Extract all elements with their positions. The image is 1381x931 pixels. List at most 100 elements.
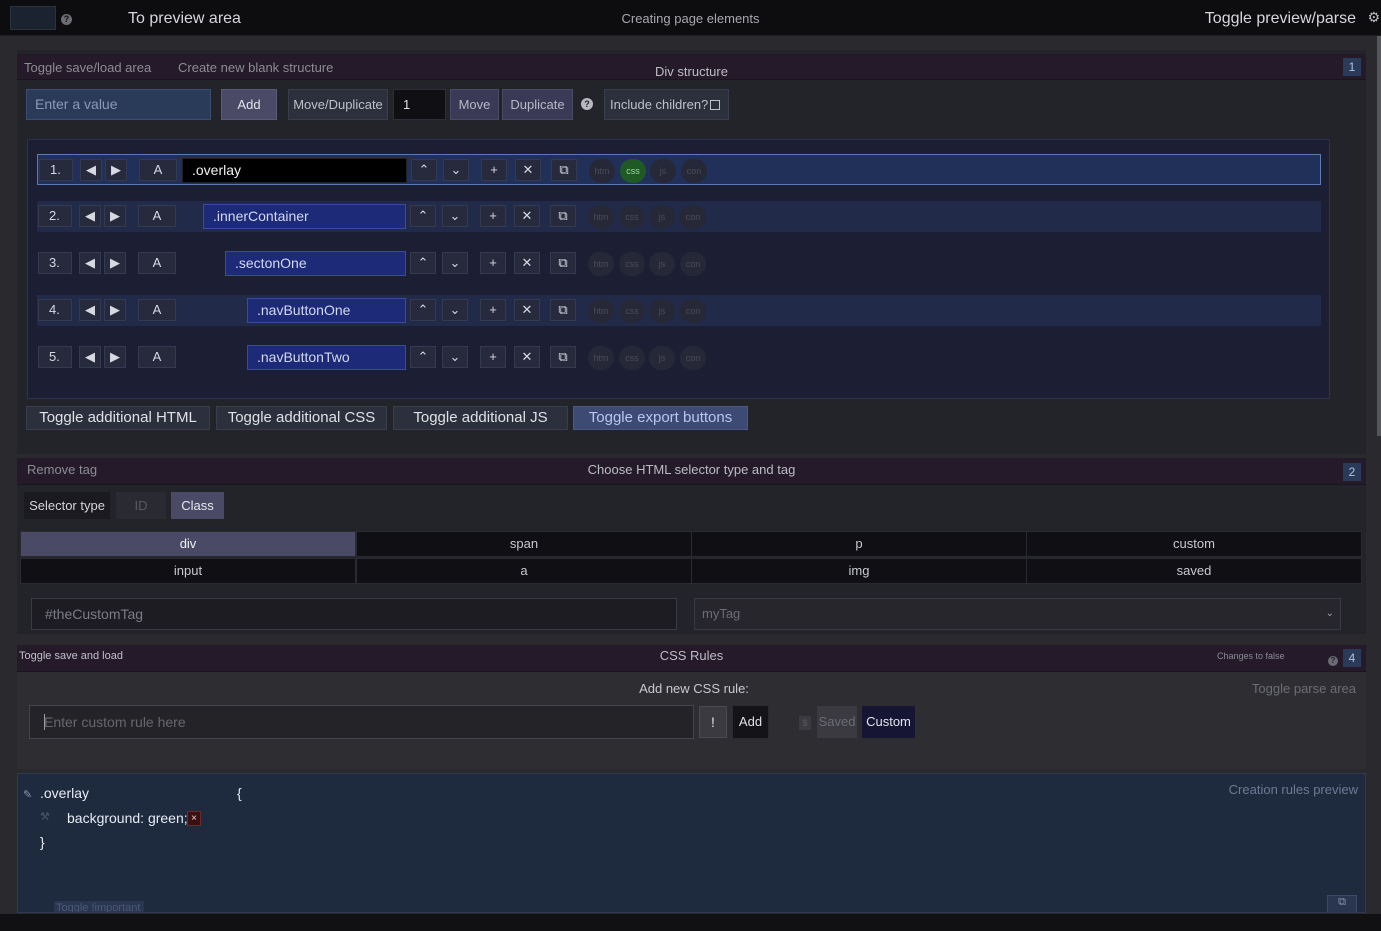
- structure-row[interactable]: 5. ◀ ▶ A .navButtonTwo ⌃ ⌄ + ✕ ⧉ htm css js con: [37, 342, 1321, 373]
- include-children-checkbox[interactable]: [710, 100, 721, 110]
- selector-id-button[interactable]: ID: [116, 492, 166, 519]
- tag-type-button[interactable]: A: [139, 159, 177, 181]
- add-child-icon[interactable]: +: [480, 299, 506, 321]
- tag-type-button[interactable]: A: [138, 205, 176, 227]
- selector-class-button[interactable]: Class: [171, 492, 224, 519]
- add-rule-button[interactable]: Add: [732, 705, 769, 739]
- arrow-right-icon[interactable]: ▶: [104, 252, 126, 274]
- pill-css[interactable]: css: [620, 159, 646, 183]
- tag-option-a[interactable]: a: [356, 558, 692, 584]
- tag-option-img[interactable]: img: [691, 558, 1027, 584]
- pill-htm[interactable]: htm: [588, 299, 614, 323]
- toggle-additional-css-button[interactable]: Toggle additional CSS: [216, 406, 387, 430]
- pill-htm[interactable]: htm: [588, 346, 614, 370]
- toggle-export-buttons-button[interactable]: Toggle export buttons: [573, 406, 748, 430]
- pill-css[interactable]: css: [619, 205, 645, 229]
- pill-js[interactable]: js: [649, 205, 675, 229]
- row-name-input[interactable]: .overlay: [182, 158, 407, 183]
- count-input[interactable]: 1: [393, 89, 446, 120]
- chevron-down-icon[interactable]: ⌄: [442, 299, 468, 321]
- copy-icon[interactable]: ⧉: [550, 346, 576, 368]
- tag-option-p[interactable]: p: [691, 531, 1027, 557]
- tag-option-div[interactable]: div: [20, 531, 356, 557]
- toggle-preview-parse-link[interactable]: Toggle preview/parse: [1205, 10, 1356, 28]
- chevron-up-icon[interactable]: ⌃: [410, 346, 436, 368]
- toggle-additional-js-button[interactable]: Toggle additional JS: [393, 406, 568, 430]
- add-child-icon[interactable]: +: [480, 346, 506, 368]
- pill-con[interactable]: con: [680, 252, 706, 276]
- gear-icon[interactable]: ⚙: [1367, 9, 1380, 26]
- pill-js[interactable]: js: [649, 299, 675, 323]
- pill-htm[interactable]: htm: [589, 159, 615, 183]
- include-children-toggle[interactable]: Include children?: [604, 89, 729, 120]
- close-icon[interactable]: ✕: [515, 159, 541, 181]
- move-button[interactable]: Move: [450, 89, 499, 120]
- structure-row[interactable]: 4. ◀ ▶ A .navButtonOne ⌃ ⌄ + ✕ ⧉ htm css js con: [37, 295, 1321, 326]
- pill-con[interactable]: con: [680, 346, 706, 370]
- add-child-icon[interactable]: +: [480, 252, 506, 274]
- arrow-right-icon[interactable]: ▶: [104, 205, 126, 227]
- pill-js[interactable]: js: [649, 346, 675, 370]
- copy-icon[interactable]: ⧉: [1327, 895, 1357, 912]
- toggle-important-button[interactable]: Toggle !important: [54, 901, 144, 912]
- chevron-up-icon[interactable]: ⌃: [410, 205, 436, 227]
- tag-option-span[interactable]: span: [356, 531, 692, 557]
- tag-type-button[interactable]: A: [138, 299, 176, 321]
- arrow-left-icon[interactable]: ◀: [79, 299, 101, 321]
- pill-js[interactable]: js: [649, 252, 675, 276]
- add-child-icon[interactable]: +: [480, 205, 506, 227]
- custom-rule-input[interactable]: Enter custom rule here: [29, 705, 694, 739]
- close-icon[interactable]: ✕: [514, 252, 540, 274]
- chevron-up-icon[interactable]: ⌃: [410, 252, 436, 274]
- arrow-right-icon[interactable]: ▶: [104, 346, 126, 368]
- copy-icon[interactable]: ⧉: [550, 205, 576, 227]
- chevron-up-icon[interactable]: ⌃: [410, 299, 436, 321]
- structure-row[interactable]: 2. ◀ ▶ A .innerContainer ⌃ ⌄ + ✕ ⧉ htm css js con: [37, 201, 1321, 232]
- pill-con[interactable]: con: [680, 205, 706, 229]
- chevron-down-icon[interactable]: ⌄: [442, 252, 468, 274]
- pill-con[interactable]: con: [681, 159, 707, 183]
- add-child-icon[interactable]: +: [481, 159, 507, 181]
- duplicate-button[interactable]: Duplicate: [502, 89, 573, 120]
- chevron-down-icon[interactable]: ⌄: [443, 159, 469, 181]
- close-icon[interactable]: ✕: [514, 299, 540, 321]
- arrow-left-icon[interactable]: ◀: [79, 205, 101, 227]
- copy-icon[interactable]: ⧉: [551, 159, 577, 181]
- pill-css[interactable]: css: [619, 252, 645, 276]
- pill-htm[interactable]: htm: [588, 205, 614, 229]
- help-icon[interactable]: ?: [581, 98, 593, 110]
- close-icon[interactable]: ✕: [514, 205, 540, 227]
- delete-declaration-button[interactable]: ×: [187, 811, 201, 826]
- tag-type-button[interactable]: A: [138, 346, 176, 368]
- pill-js[interactable]: js: [650, 159, 676, 183]
- arrow-left-icon[interactable]: ◀: [79, 346, 101, 368]
- chevron-up-icon[interactable]: ⌃: [411, 159, 437, 181]
- structure-row[interactable]: 1. ◀ ▶ A .overlay ⌃ ⌄ + ✕ ⧉ htm css js con: [37, 154, 1321, 185]
- pill-css[interactable]: css: [619, 346, 645, 370]
- pill-con[interactable]: con: [680, 299, 706, 323]
- tag-option-input[interactable]: input: [20, 558, 356, 584]
- css-declaration[interactable]: background: green;: [67, 810, 188, 826]
- saved-tag-select[interactable]: myTag ⌄: [694, 598, 1341, 630]
- row-name-input[interactable]: .innerContainer: [203, 204, 406, 229]
- tag-type-button[interactable]: A: [138, 252, 176, 274]
- important-button[interactable]: !: [699, 706, 727, 738]
- custom-rules-button[interactable]: Custom: [862, 706, 915, 738]
- chevron-down-icon[interactable]: ⌄: [442, 205, 468, 227]
- structure-row[interactable]: 3. ◀ ▶ A .sectonOne ⌃ ⌄ + ✕ ⧉ htm css js con: [37, 248, 1321, 279]
- dollar-icon[interactable]: $: [799, 716, 811, 730]
- row-name-input[interactable]: .sectonOne: [225, 251, 406, 276]
- chevron-down-icon[interactable]: ⌄: [442, 346, 468, 368]
- arrow-left-icon[interactable]: ◀: [79, 252, 101, 274]
- help-icon[interactable]: ?: [1328, 656, 1338, 666]
- toggle-parse-area-link[interactable]: Toggle parse area: [1252, 681, 1356, 696]
- move-duplicate-button[interactable]: Move/Duplicate: [288, 89, 388, 120]
- rule-selector[interactable]: .overlay: [40, 785, 89, 801]
- copy-icon[interactable]: ⧉: [550, 252, 576, 274]
- pill-htm[interactable]: htm: [588, 252, 614, 276]
- custom-tag-input[interactable]: #theCustomTag: [31, 598, 677, 630]
- add-button[interactable]: Add: [221, 89, 277, 120]
- close-icon[interactable]: ✕: [514, 346, 540, 368]
- scrollbar[interactable]: [1377, 36, 1381, 436]
- row-name-input[interactable]: .navButtonTwo: [247, 345, 406, 370]
